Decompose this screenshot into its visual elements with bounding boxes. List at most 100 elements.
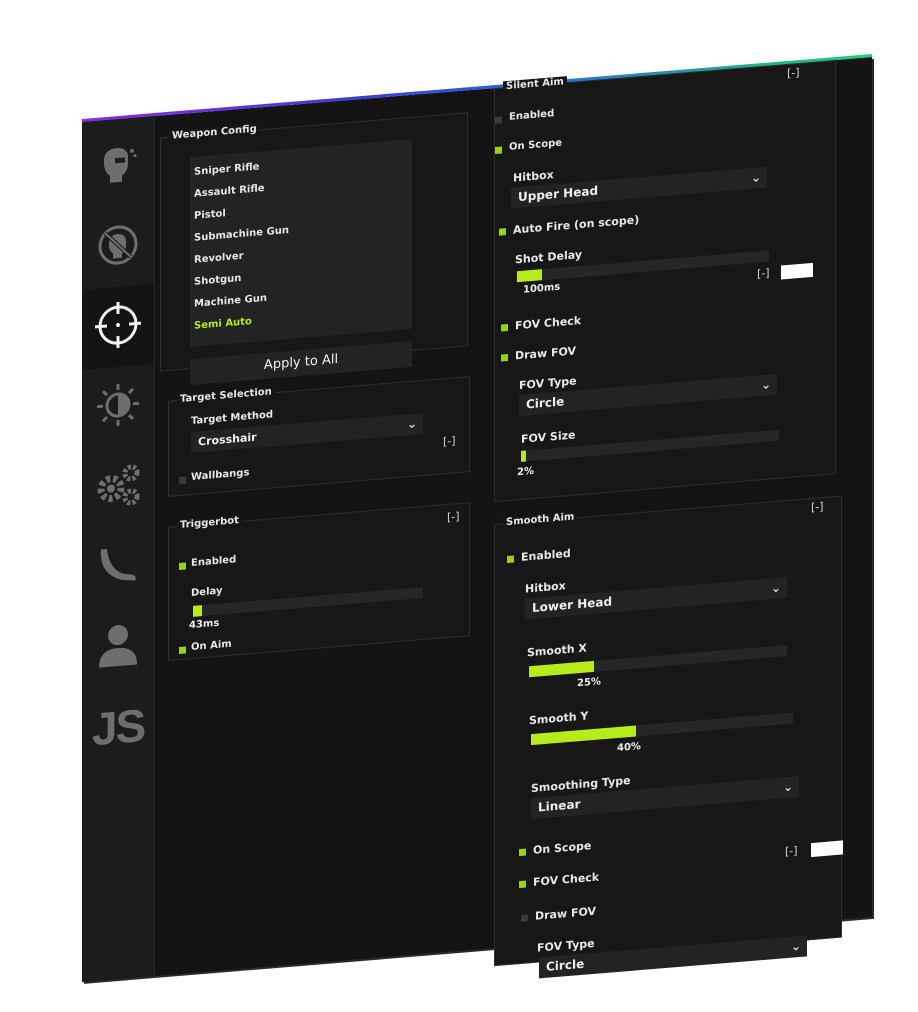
smooth-fov-type-label: FOV Type	[537, 936, 595, 955]
delay-label: Delay	[191, 585, 223, 600]
weapon-item[interactable]: Revolver	[194, 251, 244, 266]
smooth-fov-check-label: FOV Check	[533, 870, 600, 889]
smooth-aim-title: Smooth Aim	[503, 511, 578, 529]
tab-players[interactable]	[82, 604, 154, 690]
silent-draw-fov-checkbox[interactable]	[501, 353, 508, 362]
silent-fov-size-fill	[521, 450, 527, 462]
trigger-enabled-checkbox[interactable]	[179, 562, 186, 571]
delay-slider[interactable]	[193, 586, 423, 617]
trigger-enabled-label: Enabled	[191, 554, 237, 570]
smooth-hitbox-label: Hitbox	[525, 579, 566, 596]
smooth-x-label: Smooth X	[527, 641, 587, 660]
smooth-draw-fov-label: Draw FOV	[535, 904, 597, 923]
smooth-aim-panel: Smooth Aim [-] Enabled Hitbox Lower Head…	[494, 495, 843, 979]
silent-fov-check-checkbox[interactable]	[501, 323, 508, 332]
crosshair-icon	[93, 298, 143, 356]
weapon-item[interactable]: Assault Rifle	[194, 183, 265, 200]
chevron-down-icon: ⌄	[760, 377, 771, 393]
smooth-x-value: 25%	[577, 676, 601, 690]
smooth-aim-collapse[interactable]: [-]	[811, 500, 824, 514]
smoothing-type-value: Linear	[538, 797, 581, 815]
tab-visuals[interactable]	[82, 364, 154, 450]
chevron-down-icon: ⌄	[750, 170, 761, 186]
delay-value: 43ms	[189, 617, 220, 632]
silent-enabled-checkbox[interactable]	[495, 116, 502, 125]
silent-on-scope-label: On Scope	[509, 137, 563, 153]
weapon-config-panel: Weapon Config Sniper Rifle Assault Rifle…	[160, 104, 470, 386]
on-aim-checkbox[interactable]	[179, 646, 186, 655]
tab-misc[interactable]	[82, 444, 154, 530]
silent-hitbox-label: Hitbox	[513, 168, 554, 185]
weapon-item[interactable]: Submachine Gun	[194, 225, 289, 244]
chevron-down-icon: ⌄	[790, 938, 801, 954]
silent-draw-fov-label: Draw FOV	[515, 344, 577, 363]
weapon-item[interactable]: Sniper Rifle	[194, 161, 259, 177]
chevron-down-icon: ⌄	[770, 580, 781, 596]
smooth-enabled-label: Enabled	[521, 546, 571, 564]
smooth-color-collapse[interactable]: [-]	[785, 844, 798, 858]
silent-fov-size-label: FOV Size	[521, 428, 576, 446]
player-icon	[95, 620, 141, 674]
delay-slider-fill	[193, 605, 203, 617]
visuals-icon	[95, 380, 141, 434]
smooth-draw-fov-checkbox[interactable]	[521, 914, 528, 922]
silent-color-collapse[interactable]: [-]	[757, 266, 770, 280]
auto-fire-checkbox[interactable]	[499, 228, 506, 236]
silent-aim-title: Silent Aim	[503, 76, 567, 93]
sidebar: JS	[82, 115, 155, 983]
silent-fov-size-value: 2%	[517, 465, 534, 479]
weapon-item[interactable]: Machine Gun	[194, 293, 267, 310]
silent-fov-type-value: Circle	[526, 394, 565, 412]
smooth-y-label: Smooth Y	[529, 709, 589, 728]
smooth-hitbox-value: Lower Head	[532, 594, 613, 616]
silent-on-scope-checkbox[interactable]	[495, 146, 502, 155]
silent-enabled-label: Enabled	[509, 108, 555, 123]
silent-aim-panel: Silent Aim [-] Enabled On Scope Hitbox U…	[494, 60, 836, 503]
chevron-down-icon: ⌄	[782, 779, 793, 795]
triggerbot-title: Triggerbot	[177, 514, 242, 532]
wallbangs-label: Wallbangs	[191, 467, 250, 484]
target-selection-panel: Target Selection Target Method Crosshair…	[168, 376, 470, 497]
antiaim-icon	[95, 220, 141, 274]
target-method-label: Target Method	[191, 409, 274, 428]
content-area: Weapon Config Sniper Rifle Assault Rifle…	[154, 57, 872, 979]
smooth-on-scope-checkbox[interactable]	[519, 848, 526, 857]
smooth-enabled-checkbox[interactable]	[507, 555, 514, 564]
silent-hitbox-value: Upper Head	[518, 183, 599, 205]
target-selection-collapse[interactable]: [-]	[443, 434, 456, 448]
weapon-item[interactable]: Pistol	[194, 208, 226, 222]
tab-skins[interactable]	[82, 524, 154, 610]
rage-icon	[95, 140, 141, 194]
smooth-fov-type-value: Circle	[546, 956, 585, 974]
stage: JS Weapon Config Sniper Rifle Assault Ri…	[0, 0, 918, 1012]
knife-icon	[95, 540, 141, 594]
weapon-item[interactable]: Shotgun	[194, 273, 241, 288]
chevron-down-icon: ⌄	[406, 416, 417, 432]
smooth-x-fill	[529, 660, 594, 678]
js-icon: JS	[91, 698, 145, 756]
weapon-item-selected[interactable]: Semi Auto	[194, 316, 252, 332]
smooth-on-scope-label: On Scope	[533, 839, 592, 857]
silent-fov-type-label: FOV Type	[519, 374, 577, 393]
target-method-value: Crosshair	[198, 430, 257, 449]
weapon-config-title: Weapon Config	[169, 123, 260, 142]
tab-scripts[interactable]: JS	[82, 684, 154, 770]
triggerbot-collapse[interactable]: [-]	[447, 510, 460, 524]
shot-delay-value: 100ms	[523, 281, 561, 296]
smooth-fov-color-swatch[interactable]	[811, 840, 843, 858]
triggerbot-panel: Triggerbot [-] Enabled Delay 43ms On Aim	[168, 502, 470, 661]
shot-delay-fill	[517, 269, 543, 283]
weapon-list[interactable]: Sniper Rifle Assault Rifle Pistol Submac…	[190, 138, 412, 348]
target-selection-title: Target Selection	[177, 386, 275, 406]
silent-fov-check-label: FOV Check	[515, 313, 582, 333]
silent-fov-color-swatch[interactable]	[781, 262, 813, 280]
smooth-fov-check-checkbox[interactable]	[519, 880, 526, 889]
gears-icon	[94, 460, 142, 514]
menu-window: JS Weapon Config Sniper Rifle Assault Ri…	[82, 54, 872, 983]
tab-rage[interactable]	[82, 124, 154, 210]
on-aim-label: On Aim	[191, 638, 232, 654]
tab-legit[interactable]	[82, 284, 154, 370]
tab-antiaim[interactable]	[82, 204, 154, 290]
silent-aim-collapse[interactable]: [-]	[787, 66, 800, 80]
wallbangs-checkbox[interactable]	[179, 476, 186, 485]
